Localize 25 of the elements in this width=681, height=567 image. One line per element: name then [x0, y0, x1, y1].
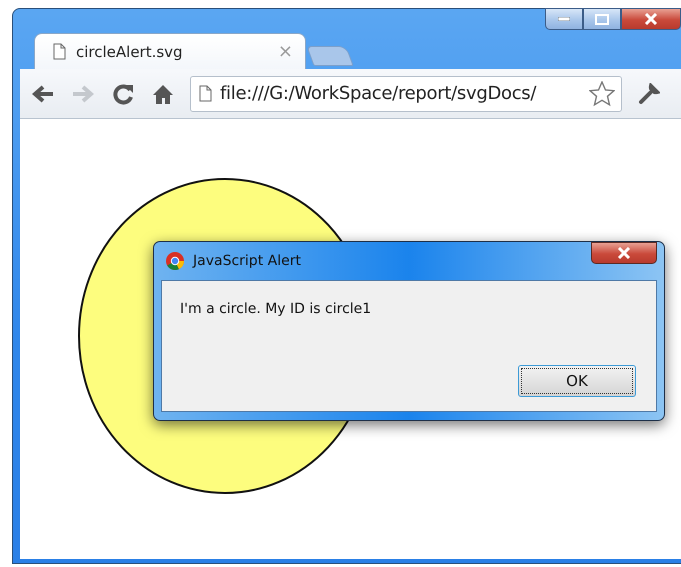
- settings-button[interactable]: [636, 80, 662, 106]
- ok-button[interactable]: OK: [518, 365, 636, 397]
- minimize-icon: [558, 17, 570, 21]
- browser-logo-icon: [165, 251, 185, 271]
- forward-arrow-icon: [72, 84, 94, 102]
- maximize-icon: [595, 14, 609, 24]
- alert-message: I'm a circle. My ID is circle1: [180, 301, 372, 317]
- browser-tab[interactable]: circleAlert.svg ×: [34, 33, 306, 69]
- back-arrow-icon: [32, 84, 54, 102]
- close-button[interactable]: [621, 8, 681, 30]
- home-icon: [152, 82, 174, 104]
- wrench-icon: [638, 82, 660, 104]
- url-text: file:///G:/WorkSpace/report/svgDocs/: [220, 83, 538, 104]
- reload-icon: [112, 82, 134, 104]
- tab-title: circleAlert.svg: [76, 42, 184, 60]
- star-icon[interactable]: [589, 80, 615, 106]
- minimize-button[interactable]: [545, 8, 583, 30]
- address-bar[interactable]: file:///G:/WorkSpace/report/svgDocs/: [190, 76, 622, 112]
- close-icon: [644, 13, 658, 25]
- dialog-close-button[interactable]: [591, 242, 657, 264]
- close-icon: [617, 247, 631, 259]
- dialog-title: JavaScript Alert: [193, 253, 301, 269]
- page-icon: [53, 43, 66, 60]
- maximize-button[interactable]: [583, 8, 621, 30]
- page-icon: [199, 85, 212, 102]
